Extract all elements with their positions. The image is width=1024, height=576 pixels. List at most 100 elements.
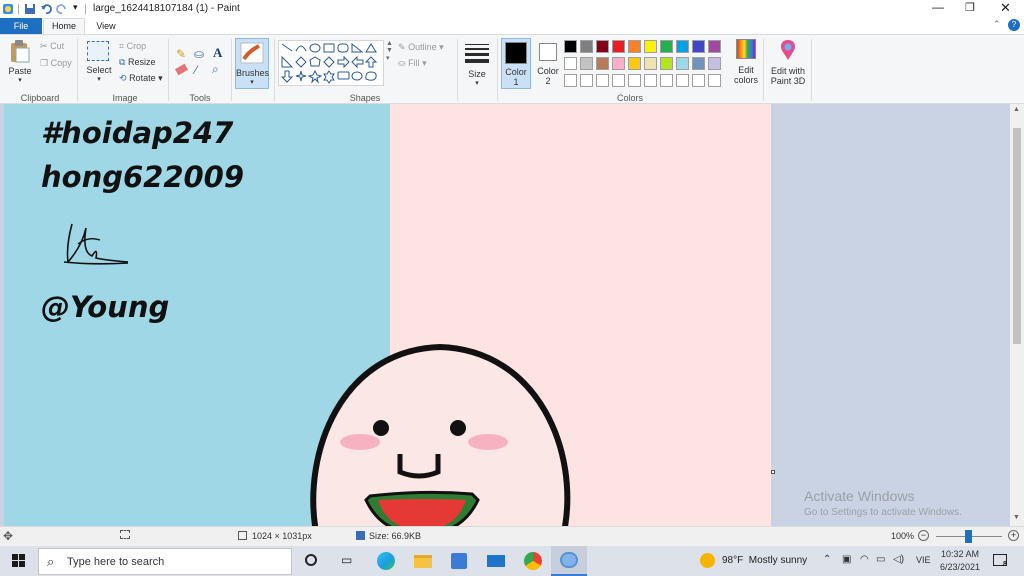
color-swatch[interactable] [564, 74, 577, 87]
color-swatch[interactable] [644, 40, 657, 53]
undo-icon[interactable] [40, 3, 52, 15]
color-swatch[interactable] [692, 57, 705, 70]
color-swatch[interactable] [708, 57, 721, 70]
magnifier-icon[interactable]: ⌕ [212, 62, 219, 77]
size-button[interactable]: Size ▾ [462, 41, 492, 87]
file-explorer-icon[interactable] [414, 555, 432, 568]
canvas-resize-handle[interactable] [771, 470, 775, 474]
color-swatch[interactable] [628, 74, 641, 87]
shapes-scroll[interactable]: ▲ ▼ ▾ [386, 40, 393, 62]
paint-taskbar-button[interactable] [551, 546, 587, 576]
outline-button[interactable]: ✎ Outline ▾ [398, 42, 444, 53]
color2-button[interactable]: Color 2 [534, 38, 562, 89]
quick-access-dropdown[interactable]: ▾ [73, 2, 78, 13]
scroll-thumb[interactable] [1013, 128, 1021, 344]
fill-button[interactable]: ⛀ Fill ▾ [398, 58, 427, 69]
tab-view[interactable]: View [88, 18, 124, 34]
size-label: Size [468, 69, 486, 79]
color-swatch[interactable] [596, 40, 609, 53]
input-language[interactable]: VIE [916, 555, 931, 565]
edge-icon[interactable] [377, 552, 395, 570]
color-swatch[interactable] [612, 57, 625, 70]
restore-button[interactable]: ❐ [965, 1, 975, 14]
color-swatch[interactable] [564, 40, 577, 53]
drawing-canvas[interactable]: #hoidap247 hong622009 @Young [4, 104, 771, 526]
paste-dropdown-icon[interactable]: ▾ [6, 76, 34, 84]
tab-home[interactable]: Home [43, 18, 85, 35]
show-hidden-icons-chevron[interactable]: ⌃ [823, 554, 831, 565]
tab-file[interactable]: File [0, 18, 42, 34]
color-swatch[interactable] [644, 74, 657, 87]
color-swatch[interactable] [660, 57, 673, 70]
mail-icon[interactable] [487, 555, 505, 567]
rotate-button[interactable]: ⟲ Rotate ▾ [119, 73, 163, 84]
clock-time[interactable]: 10:32 AM [941, 549, 979, 559]
meet-now-icon[interactable]: ▣ [842, 554, 851, 565]
chrome-icon[interactable] [524, 552, 542, 570]
color-swatch[interactable] [644, 57, 657, 70]
select-dropdown-icon[interactable]: ▾ [84, 75, 114, 83]
color-picker-icon[interactable]: ⁄ [195, 63, 197, 77]
color-swatch[interactable] [628, 40, 641, 53]
zoom-in-button[interactable]: + [1008, 530, 1019, 541]
cortana-icon[interactable] [305, 554, 317, 566]
battery-icon[interactable]: ▭ [876, 554, 885, 565]
color-swatch[interactable] [676, 57, 689, 70]
zoom-slider-thumb[interactable] [965, 530, 972, 543]
taskbar-search-box[interactable]: ⌕ Type here to search [38, 548, 292, 575]
color-swatch[interactable] [628, 57, 641, 70]
clock-date[interactable]: 6/23/2021 [940, 562, 980, 572]
color1-button[interactable]: Color 1 [501, 38, 531, 89]
brush-icon [240, 42, 264, 64]
save-icon[interactable] [24, 3, 36, 15]
eraser-icon[interactable] [174, 63, 189, 76]
select-button[interactable]: Select ▾ [84, 41, 114, 83]
color-swatch[interactable] [580, 40, 593, 53]
resize-button[interactable]: ⧉ Resize [119, 57, 155, 68]
help-icon[interactable]: ? [1008, 19, 1020, 31]
color-swatch[interactable] [708, 40, 721, 53]
microsoft-store-icon[interactable] [451, 553, 467, 569]
scroll-up-arrow[interactable]: ▲ [1013, 106, 1020, 113]
crop-button[interactable]: ⌗ Crop [119, 41, 146, 52]
shapes-gallery[interactable] [278, 40, 384, 86]
edit-with-paint3d-button[interactable]: Edit with Paint 3D [767, 39, 809, 86]
edit-colors-button[interactable]: Edit colors [732, 39, 760, 85]
pencil-icon[interactable]: ✎ [176, 47, 186, 61]
network-icon[interactable]: ◠ [860, 554, 869, 565]
task-view-icon[interactable]: ▭ [341, 553, 352, 567]
color-swatch[interactable] [692, 74, 705, 87]
weather-text[interactable]: 98°F Mostly sunny [722, 555, 807, 566]
color-swatch[interactable] [708, 74, 721, 87]
paste-button[interactable]: Paste ▾ [6, 39, 34, 89]
color-swatch[interactable] [612, 40, 625, 53]
color-swatch[interactable] [596, 57, 609, 70]
minimize-button[interactable]: — [932, 0, 944, 14]
close-button[interactable]: ✕ [1000, 0, 1011, 16]
color-swatch[interactable] [676, 40, 689, 53]
color-swatch[interactable] [580, 74, 593, 87]
color-swatch[interactable] [692, 40, 705, 53]
color-swatch[interactable] [564, 57, 577, 70]
fill-bucket-icon[interactable]: ⛀ [194, 47, 204, 61]
paint3d-label-2: Paint 3D [770, 76, 806, 86]
color-swatch[interactable] [660, 40, 673, 53]
vertical-scrollbar[interactable]: ▲ ▼ [1010, 104, 1024, 526]
brushes-button[interactable]: Brushes ▾ [235, 38, 269, 89]
windows-start-icon[interactable] [12, 554, 26, 568]
color-swatch[interactable] [596, 74, 609, 87]
canvas-size-icon [238, 531, 247, 540]
volume-icon[interactable]: ◁) [893, 554, 904, 565]
color-swatch[interactable] [676, 74, 689, 87]
zoom-out-button[interactable]: − [918, 530, 929, 541]
text-tool-icon[interactable]: A [213, 45, 222, 61]
redo-icon[interactable] [56, 3, 68, 15]
copy-button[interactable]: ❐ Copy [40, 58, 72, 69]
color-swatch[interactable] [612, 74, 625, 87]
color-swatch[interactable] [580, 57, 593, 70]
scroll-down-arrow[interactable]: ▼ [1013, 514, 1020, 521]
cut-button[interactable]: ✂ Cut [40, 41, 64, 52]
collapse-ribbon-icon[interactable]: ⌃ [993, 19, 1001, 30]
paste-label: Paste [8, 66, 32, 76]
color-swatch[interactable] [660, 74, 673, 87]
